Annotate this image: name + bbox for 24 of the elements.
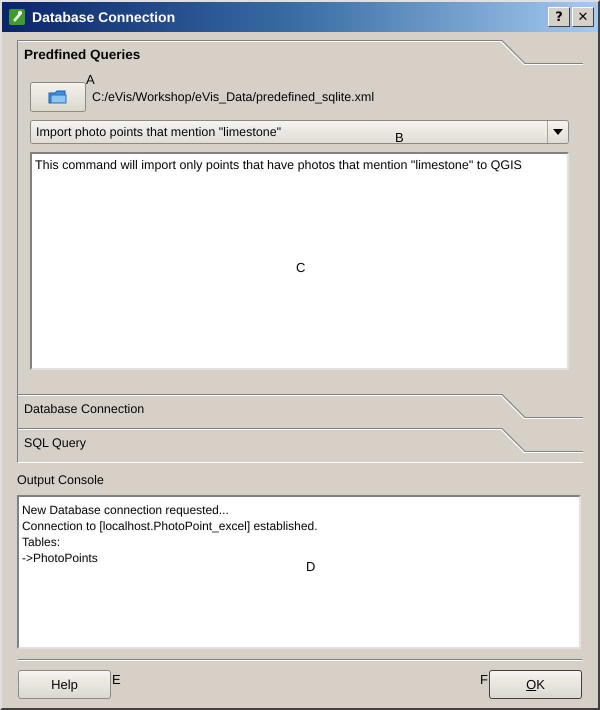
section-header[interactable]: Predfined Queries xyxy=(18,40,583,68)
console-line: Tables: xyxy=(22,534,60,550)
callout-letter: D xyxy=(306,559,316,574)
console-line: New Database connection requested... xyxy=(22,502,229,518)
window-title: Database Connection xyxy=(32,9,176,25)
app-icon xyxy=(8,8,26,26)
callout-letter: A xyxy=(86,72,95,87)
callout-letter: C xyxy=(296,260,306,275)
console-line: Connection to [localhost.PhotoPoint_excel] established. xyxy=(22,518,318,534)
close-button[interactable]: ✕ xyxy=(572,7,594,27)
section-header[interactable]: Database Connection xyxy=(18,394,583,422)
file-path: C:/eVis/Workshop/eVis_Data/predefined_sqlite.xml xyxy=(92,90,374,104)
section-header[interactable]: SQL Query xyxy=(18,428,583,456)
dialog-button[interactable]: OK xyxy=(489,670,582,699)
dialog-button[interactable]: Help xyxy=(18,670,111,699)
callout-letter: B xyxy=(395,130,404,145)
console-label: Output Console xyxy=(17,472,105,489)
help-button[interactable]: ? xyxy=(548,7,570,27)
open-file-button[interactable] xyxy=(30,82,86,112)
callout-letter: F xyxy=(480,672,488,687)
dropdown-arrow-icon xyxy=(553,129,563,135)
console-line: ->PhotoPoints xyxy=(22,550,98,566)
callout-letter: E xyxy=(112,672,121,687)
folder-icon xyxy=(48,89,68,105)
